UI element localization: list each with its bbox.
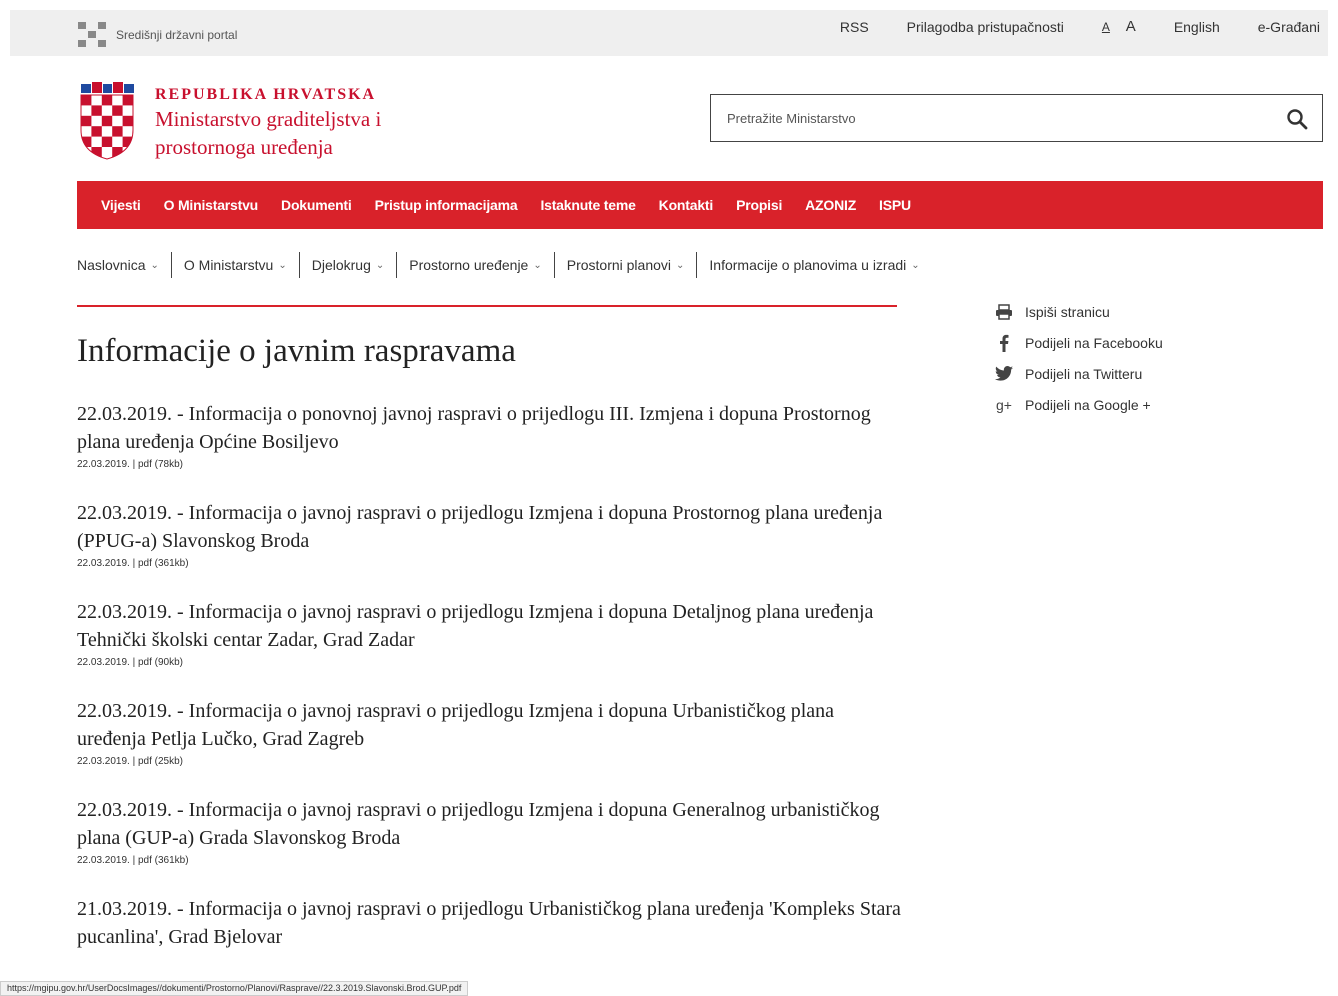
subnav-label: Prostorni planovi	[566, 257, 672, 273]
accessibility-link[interactable]: Prilagodba pristupačnosti	[907, 19, 1064, 35]
printer-icon	[993, 303, 1015, 320]
nav-item-o-ministarstvu[interactable]: O Ministarstvu	[164, 197, 259, 213]
subnav-label: O Ministarstvu	[183, 257, 274, 273]
nav-item-dokumenti[interactable]: Dokumenti	[281, 197, 352, 213]
list-item: 22.03.2019. - Informacija o javnoj raspr…	[77, 499, 907, 569]
subnav-label: Naslovnica	[77, 257, 146, 273]
chevron-down-icon: ⌄	[150, 259, 159, 271]
article-meta[interactable]: 22.03.2019. | pdf (78kb)	[77, 459, 907, 470]
portal-link[interactable]: Središnji državni portal	[78, 22, 237, 47]
share-panel: Ispiši stranicu Podijeli na Facebooku Po…	[993, 296, 1163, 420]
article-title-link[interactable]: 21.03.2019. - Informacija o javnoj raspr…	[77, 895, 907, 951]
article-title-link[interactable]: 22.03.2019. - Informacija o ponovnoj jav…	[77, 400, 907, 456]
article-title-link[interactable]: 22.03.2019. - Informacija o javnoj raspr…	[77, 499, 907, 555]
title-divider	[77, 305, 897, 307]
chevron-down-icon: ⌄	[375, 259, 385, 271]
subnav-item-naslovnica[interactable]: Naslovnica ⌄	[77, 252, 171, 278]
secondary-navigation: Naslovnica ⌄ O Ministarstvu ⌄ Djelokrug ⌄ P…	[77, 252, 932, 278]
article-list: 22.03.2019. - Informacija o ponovnoj jav…	[77, 400, 907, 980]
page-title: Informacije o javnim raspravama	[77, 333, 516, 369]
nav-item-azoniz[interactable]: AZONIZ	[805, 197, 856, 213]
nav-item-pristup-informacijama[interactable]: Pristup informacijama	[375, 197, 518, 213]
nav-item-vijesti[interactable]: Vijesti	[101, 197, 141, 213]
subnav-item-prostorni-planovi[interactable]: Prostorni planovi ⌄	[553, 252, 697, 278]
list-item: 22.03.2019. - Informacija o javnoj raspr…	[77, 697, 907, 767]
share-twitter-link[interactable]: Podijeli na Twitteru	[993, 358, 1163, 389]
subnav-item-prostorno-uredjenje[interactable]: Prostorno uređenje ⌄	[396, 252, 553, 278]
chevron-down-icon: ⌄	[278, 259, 287, 271]
country-name: REPUBLIKA HRVATSKA	[155, 86, 377, 103]
list-item: 22.03.2019. - Informacija o javnoj raspr…	[77, 796, 907, 866]
portal-grid-icon	[78, 22, 106, 47]
subnav-item-djelokrug[interactable]: Djelokrug ⌄	[298, 252, 397, 278]
chevron-down-icon: ⌄	[911, 259, 920, 271]
google-label: Podijeli na Google +	[1025, 396, 1151, 413]
nav-item-ispu[interactable]: ISPU	[879, 197, 911, 213]
font-large-button[interactable]: A	[1126, 18, 1136, 35]
search-box	[710, 94, 1323, 142]
top-links: RSS Prilagodba pristupačnosti A A Englis…	[802, 18, 1320, 35]
subnav-item-informacije-o-planovima[interactable]: Informacije o planovima u izradi ⌄	[696, 252, 931, 278]
browser-status-bar: https://mgipu.gov.hr/UserDocsImages//dok…	[0, 981, 469, 996]
nav-item-kontakti[interactable]: Kontakti	[659, 197, 714, 213]
print-page-link[interactable]: Ispiši stranicu	[993, 296, 1163, 327]
chevron-down-icon: ⌄	[676, 259, 685, 271]
font-small-button[interactable]: A	[1102, 20, 1110, 34]
nav-item-propisi[interactable]: Propisi	[736, 197, 782, 213]
portal-label: Središnji državni portal	[116, 27, 238, 42]
main-navigation: Vijesti O Ministarstvu Dokumenti Pristup…	[77, 181, 1323, 229]
subnav-label: Djelokrug	[311, 257, 371, 273]
ministry-name-line1: Ministarstvo graditeljstva i	[155, 107, 382, 131]
ministry-logo-text[interactable]: REPUBLIKA HRVATSKA Ministarstvo graditel…	[155, 86, 381, 160]
nav-item-istaknute-teme[interactable]: Istaknute teme	[540, 197, 635, 213]
share-facebook-link[interactable]: Podijeli na Facebooku	[993, 327, 1163, 358]
search-input[interactable]	[727, 108, 1267, 128]
article-title-link[interactable]: 22.03.2019. - Informacija o javnoj raspr…	[77, 697, 907, 753]
subnav-label: Prostorno uređenje	[409, 257, 529, 273]
article-meta[interactable]: 22.03.2019. | pdf (361kb)	[77, 855, 907, 866]
twitter-icon	[993, 366, 1015, 381]
chevron-down-icon: ⌄	[533, 259, 542, 271]
facebook-icon	[993, 334, 1015, 352]
google-plus-icon: g+	[996, 396, 1012, 413]
top-utility-bar: Središnji državni portal RSS Prilagodba …	[10, 10, 1328, 56]
article-title-link[interactable]: 22.03.2019. - Informacija o javnoj raspr…	[77, 796, 907, 852]
english-link[interactable]: English	[1174, 19, 1220, 35]
article-meta[interactable]: 22.03.2019. | pdf (25kb)	[77, 756, 907, 767]
facebook-label: Podijeli na Facebooku	[1025, 334, 1163, 351]
font-size-controls: A A	[1102, 18, 1136, 35]
list-item: 22.03.2019. - Informacija o ponovnoj jav…	[77, 400, 907, 470]
search-icon[interactable]	[1286, 108, 1308, 130]
ministry-name-line2: prostornoga uređenja	[155, 135, 333, 159]
article-meta[interactable]: 22.03.2019. | pdf (361kb)	[77, 558, 907, 569]
article-title-link[interactable]: 22.03.2019. - Informacija o javnoj raspr…	[77, 598, 907, 654]
article-meta[interactable]: 22.03.2019. | pdf (90kb)	[77, 657, 907, 668]
subnav-item-o-ministarstvu[interactable]: O Ministarstvu ⌄	[170, 252, 299, 278]
egradjani-link[interactable]: e-Građani	[1258, 19, 1320, 35]
print-label: Ispiši stranicu	[1025, 303, 1110, 320]
rss-link[interactable]: RSS	[840, 19, 869, 35]
list-item: 21.03.2019. - Informacija o javnoj raspr…	[77, 895, 907, 951]
share-google-link[interactable]: g+ Podijeli na Google +	[993, 389, 1163, 420]
list-item: 22.03.2019. - Informacija o javnoj raspr…	[77, 598, 907, 668]
croatian-coat-of-arms-logo[interactable]	[79, 82, 135, 160]
subnav-label: Informacije o planovima u izradi	[709, 257, 907, 273]
twitter-label: Podijeli na Twitteru	[1025, 365, 1143, 382]
